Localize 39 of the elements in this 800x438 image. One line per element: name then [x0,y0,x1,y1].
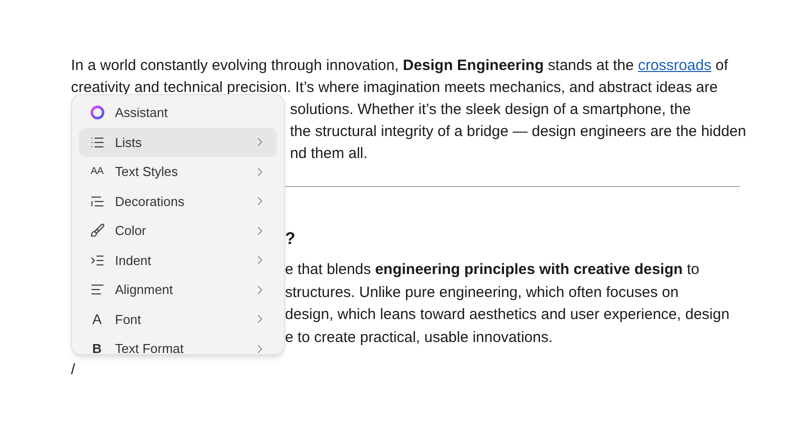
text-line: solutions. Whether it’s the sleek design of a smartphone, the [290,100,691,120]
align-left-icon [90,282,104,298]
text-line: design, which leans toward aesthetics and user experience, design [285,305,730,325]
icon-glyph: B [91,340,103,354]
brush-icon [90,223,104,238]
quote-lines-icon [90,194,104,209]
menu-item-label: Font [115,310,142,328]
menu-item-label: Color [115,222,148,240]
icon-glyph: AA [90,165,104,180]
text-line: nd them all. [290,144,368,164]
menu-item-label: Text Format [115,340,185,354]
menu-item[interactable]: AA Text Styles [79,157,277,186]
menu-item-label: Alignment [115,281,174,299]
menu-item[interactable]: Lists [79,128,277,157]
icon-glyph: A [91,310,103,329]
menu-item-label: Lists [115,134,143,152]
menu-item[interactable]: Assistant [79,98,277,128]
cursor-line: / [71,360,76,380]
indent-icon [90,252,104,268]
text-line: e to create practical, usable innovations. [285,328,553,348]
menu-item-label: Assistant [115,104,169,122]
menu-item[interactable]: Color [79,216,277,246]
heading-fragment: ? [285,228,296,250]
text-line: structures. Unlike pure engineering, which often focuses on [285,282,679,302]
text-line: creativity and technical precision. It’s where imagination meets mechanics, and abstract ideas are [71,78,718,98]
menu-item-label: Text Styles [115,163,179,181]
text-line: e that blends engineering principles with creative design to [285,260,700,280]
list-icon [90,134,104,150]
crossroads-link[interactable]: crossroads [638,57,712,74]
menu-item-label: Decorations [115,192,186,210]
menu-item[interactable]: Alignment [79,275,277,304]
text-line: In a world constantly evolving through innovation, Design Engineering stands at the crossroads of [71,56,730,76]
menu-item[interactable]: Indent [79,246,277,275]
menu-item[interactable]: Decorations [79,186,277,216]
ring-icon [90,105,104,120]
text-line: the structural integrity of a bridge — design engineers are the hidden [290,122,746,142]
menu-item[interactable]: B Text Format [79,334,277,354]
menu-item-label: Indent [115,252,152,270]
menu-item[interactable]: A Font [79,304,277,334]
